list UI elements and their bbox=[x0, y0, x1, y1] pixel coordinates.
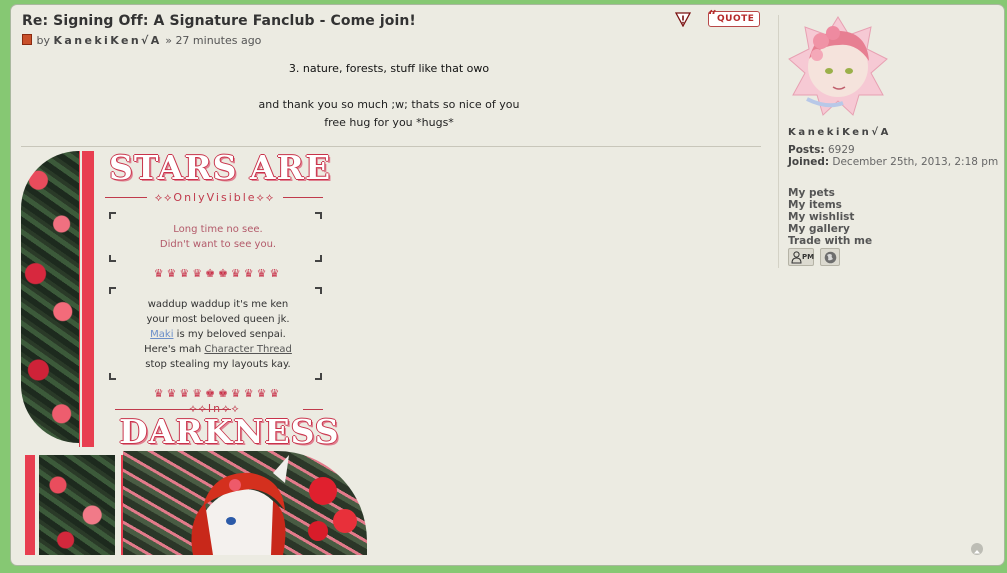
character-illustration bbox=[191, 455, 357, 555]
maki-line: Maki is my beloved senpai. bbox=[118, 327, 318, 342]
my-gallery-link[interactable]: My gallery bbox=[788, 223, 872, 235]
greeting-line-1: Long time no see. bbox=[173, 224, 263, 235]
back-to-top-icon[interactable] bbox=[971, 543, 983, 555]
post-icon bbox=[22, 34, 32, 45]
pm-label: PM bbox=[802, 253, 815, 261]
thread-prefix: Here's mah bbox=[144, 344, 205, 355]
profile-username[interactable]: KanekiKen√A bbox=[788, 127, 891, 138]
pm-button[interactable]: PM bbox=[788, 248, 814, 266]
posts-label: Posts: bbox=[788, 144, 825, 156]
signature-graphic: STARS ARE ⟡⟡OnlyVisible⟡⟡ Long time no s… bbox=[21, 148, 367, 565]
post-body-line-2: and thank you so much ;w; thats so nice … bbox=[258, 98, 520, 111]
red-stripe bbox=[25, 455, 35, 555]
quote-button[interactable]: “ QUOTE bbox=[708, 7, 760, 27]
website-icon bbox=[824, 251, 837, 264]
my-wishlist-link[interactable]: My wishlist bbox=[788, 211, 872, 223]
frame-corner bbox=[315, 373, 322, 380]
frame-corner bbox=[109, 287, 116, 294]
profile-links: My pets My items My wishlist My gallery … bbox=[788, 187, 872, 247]
character-portrait-image bbox=[123, 451, 367, 555]
signature-divider bbox=[21, 146, 761, 147]
joined-stat: Joined: December 25th, 2013, 2:18 pm bbox=[788, 155, 1000, 169]
pm-icon bbox=[791, 251, 802, 264]
profile-sidebar: KanekiKen√A Posts: 6929 Joined: December… bbox=[778, 15, 1004, 268]
frame-corner bbox=[109, 255, 116, 262]
frame-corner bbox=[109, 212, 116, 219]
frame-corner bbox=[315, 255, 322, 262]
website-button[interactable] bbox=[820, 248, 840, 266]
my-pets-link[interactable]: My pets bbox=[788, 187, 872, 199]
post-time: 27 minutes ago bbox=[175, 34, 262, 47]
my-items-link[interactable]: My items bbox=[788, 199, 872, 211]
red-stripe bbox=[82, 151, 94, 447]
quote-icon: “ bbox=[708, 7, 717, 25]
greeting-line-2: Didn't want to see you. bbox=[159, 239, 277, 250]
by-prefix: by bbox=[36, 34, 51, 47]
frame-corner bbox=[109, 373, 116, 380]
signature-tagline-top: ⟡⟡OnlyVisible⟡⟡ bbox=[154, 191, 276, 204]
joined-label: Joined: bbox=[788, 155, 830, 168]
intro-line-2: your most beloved queen jk. bbox=[146, 314, 290, 325]
maki-suffix: is my beloved senpai. bbox=[173, 329, 286, 340]
maki-link[interactable]: Maki bbox=[150, 329, 173, 340]
post-author-link[interactable]: KanekiKen√A bbox=[54, 34, 162, 47]
trade-with-me-link[interactable]: Trade with me bbox=[788, 235, 872, 247]
posts-value: 6929 bbox=[827, 144, 855, 156]
red-thin-stripe bbox=[79, 151, 80, 447]
byline-separator: » bbox=[165, 34, 172, 47]
intro-line-1: waddup waddup it's me ken bbox=[147, 299, 289, 310]
post-title: Re: Signing Off: A Signature Fanclub - C… bbox=[22, 13, 416, 29]
user-avatar[interactable] bbox=[787, 15, 889, 117]
signature-greeting: Long time no see. Didn't want to see you… bbox=[118, 222, 318, 252]
frame-corner bbox=[315, 287, 322, 294]
joined-value: December 25th, 2013, 2:18 pm bbox=[832, 155, 999, 168]
profile-stats: Posts: 6929 Joined: December 25th, 2013,… bbox=[788, 144, 1000, 169]
crown-row-top: ♛♛♛♛♚♚♛♛♛♛ bbox=[153, 267, 283, 280]
frame-corner bbox=[315, 212, 322, 219]
rose-image-small bbox=[39, 455, 115, 555]
signature-title-top: STARS ARE bbox=[109, 148, 332, 187]
last-line: stop stealing my layouts kay. bbox=[145, 359, 291, 370]
character-thread-link[interactable]: Character Thread bbox=[204, 344, 292, 355]
rose-arch-image bbox=[21, 151, 79, 443]
signature-intro: waddup waddup it's me ken your most belo… bbox=[118, 297, 318, 372]
post-byline: by KanekiKen√A » 27 minutes ago bbox=[22, 34, 261, 47]
post-body-line-3: free hug for you *hugs* bbox=[324, 116, 454, 129]
report-icon[interactable] bbox=[675, 12, 691, 27]
post-body-line-1: 3. nature, forests, stuff like that owo bbox=[288, 62, 490, 75]
post-panel: Re: Signing Off: A Signature Fanclub - C… bbox=[10, 4, 1005, 566]
thread-line: Here's mah Character Thread bbox=[118, 342, 318, 357]
crown-row-bottom: ♛♛♛♛♚♚♛♛♛♛ bbox=[153, 387, 283, 400]
quote-label: QUOTE bbox=[717, 14, 755, 24]
signature-title-bottom: DARKNESS bbox=[119, 412, 340, 451]
